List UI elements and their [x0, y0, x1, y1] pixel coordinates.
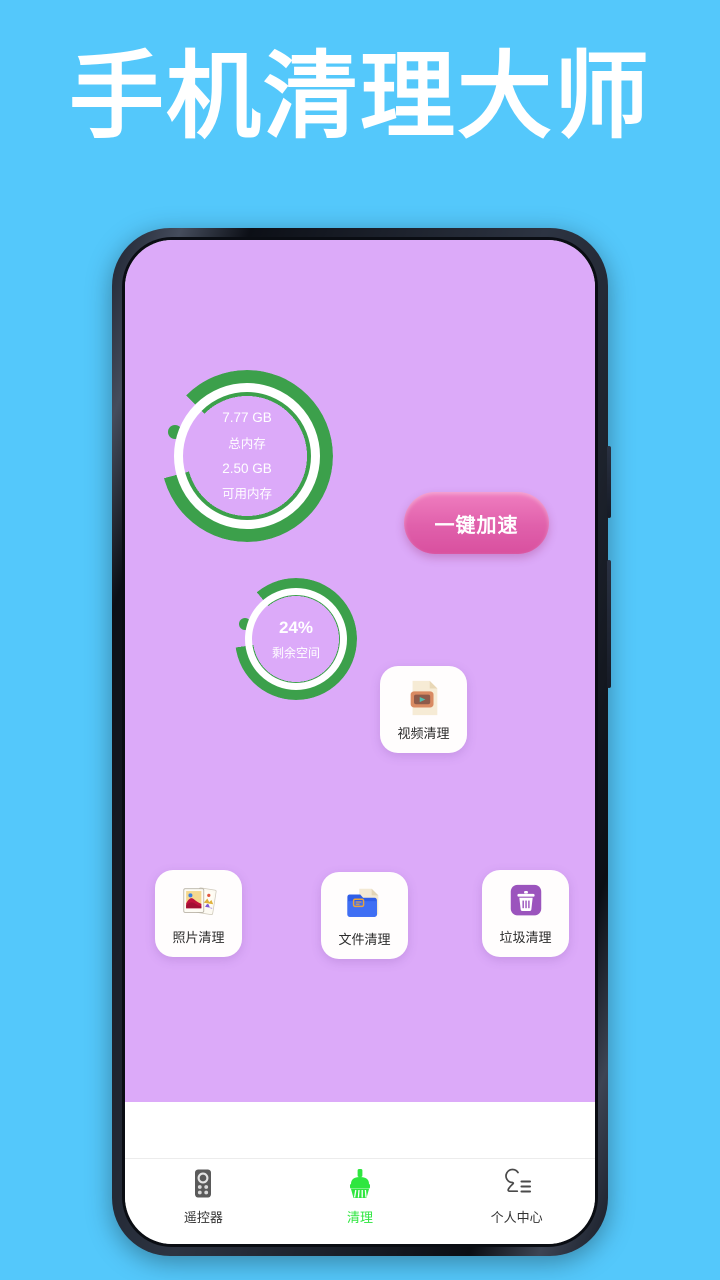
- photos-stack-icon: [182, 886, 217, 915]
- card-photo-clean-label: 照片清理: [172, 929, 225, 945]
- nav-item-profile-label: 个人中心: [490, 1210, 543, 1225]
- app-content: 7.77 GB 总内存 2.50 GB 可用内存 24% 剩余空间 一键加速 视…: [125, 240, 595, 1102]
- memory-ring: 7.77 GB 总内存 2.50 GB 可用内存: [161, 370, 333, 542]
- card-file-clean-label: 文件清理: [338, 931, 391, 947]
- phone-mockup: 7.77 GB 总内存 2.50 GB 可用内存 24% 剩余空间 一键加速 视…: [112, 228, 611, 1256]
- power-button[interactable]: [607, 446, 611, 518]
- card-photo-clean[interactable]: 照片清理: [155, 870, 242, 957]
- remote-control-icon: [195, 1169, 212, 1198]
- video-file-icon: [410, 680, 437, 715]
- memory-available-value: 2.50 GB: [222, 461, 272, 476]
- storage-percent-label: 剩余空间: [271, 646, 320, 661]
- nav-item-remote-label: 遥控器: [183, 1210, 223, 1225]
- bottom-navigation-bar: 遥控器 清理 个人中心: [125, 1158, 595, 1244]
- card-video-clean[interactable]: 视频清理: [380, 666, 467, 753]
- hero-banner: 手机清理大师: [0, 42, 720, 152]
- storage-ring-text: 24% 剩余空间: [235, 578, 357, 700]
- volume-button[interactable]: [607, 560, 611, 688]
- phone-bezel: 7.77 GB 总内存 2.50 GB 可用内存 24% 剩余空间 一键加速 视…: [122, 237, 598, 1247]
- memory-total-value: 7.77 GB: [222, 410, 272, 426]
- nav-item-clean-label: 清理: [347, 1210, 374, 1225]
- folder-icon: [346, 888, 378, 917]
- nav-item-clean[interactable]: 清理: [282, 1168, 439, 1226]
- memory-total-label: 总内存: [228, 436, 266, 451]
- phone-screen: 7.77 GB 总内存 2.50 GB 可用内存 24% 剩余空间 一键加速 视…: [125, 240, 595, 1244]
- storage-percent-value: 24%: [278, 618, 314, 638]
- person-menu-icon: [504, 1168, 531, 1193]
- page-title: 手机清理大师: [68, 42, 651, 152]
- card-trash-clean[interactable]: 垃圾清理: [482, 870, 569, 957]
- card-video-clean-label: 视频清理: [397, 725, 450, 741]
- trash-bin-icon: [510, 884, 541, 915]
- card-trash-clean-label: 垃圾清理: [499, 929, 552, 945]
- nav-item-profile[interactable]: 个人中心: [438, 1168, 595, 1226]
- one-key-boost-button[interactable]: 一键加速: [404, 492, 549, 554]
- memory-available-label: 可用内存: [221, 487, 272, 502]
- memory-ring-text: 7.77 GB 总内存 2.50 GB 可用内存: [161, 370, 333, 542]
- broom-icon: [350, 1169, 370, 1198]
- nav-item-remote[interactable]: 遥控器: [125, 1168, 282, 1226]
- card-file-clean[interactable]: 文件清理: [321, 872, 408, 959]
- storage-ring: 24% 剩余空间: [235, 578, 357, 700]
- content-spacer: [125, 1102, 595, 1158]
